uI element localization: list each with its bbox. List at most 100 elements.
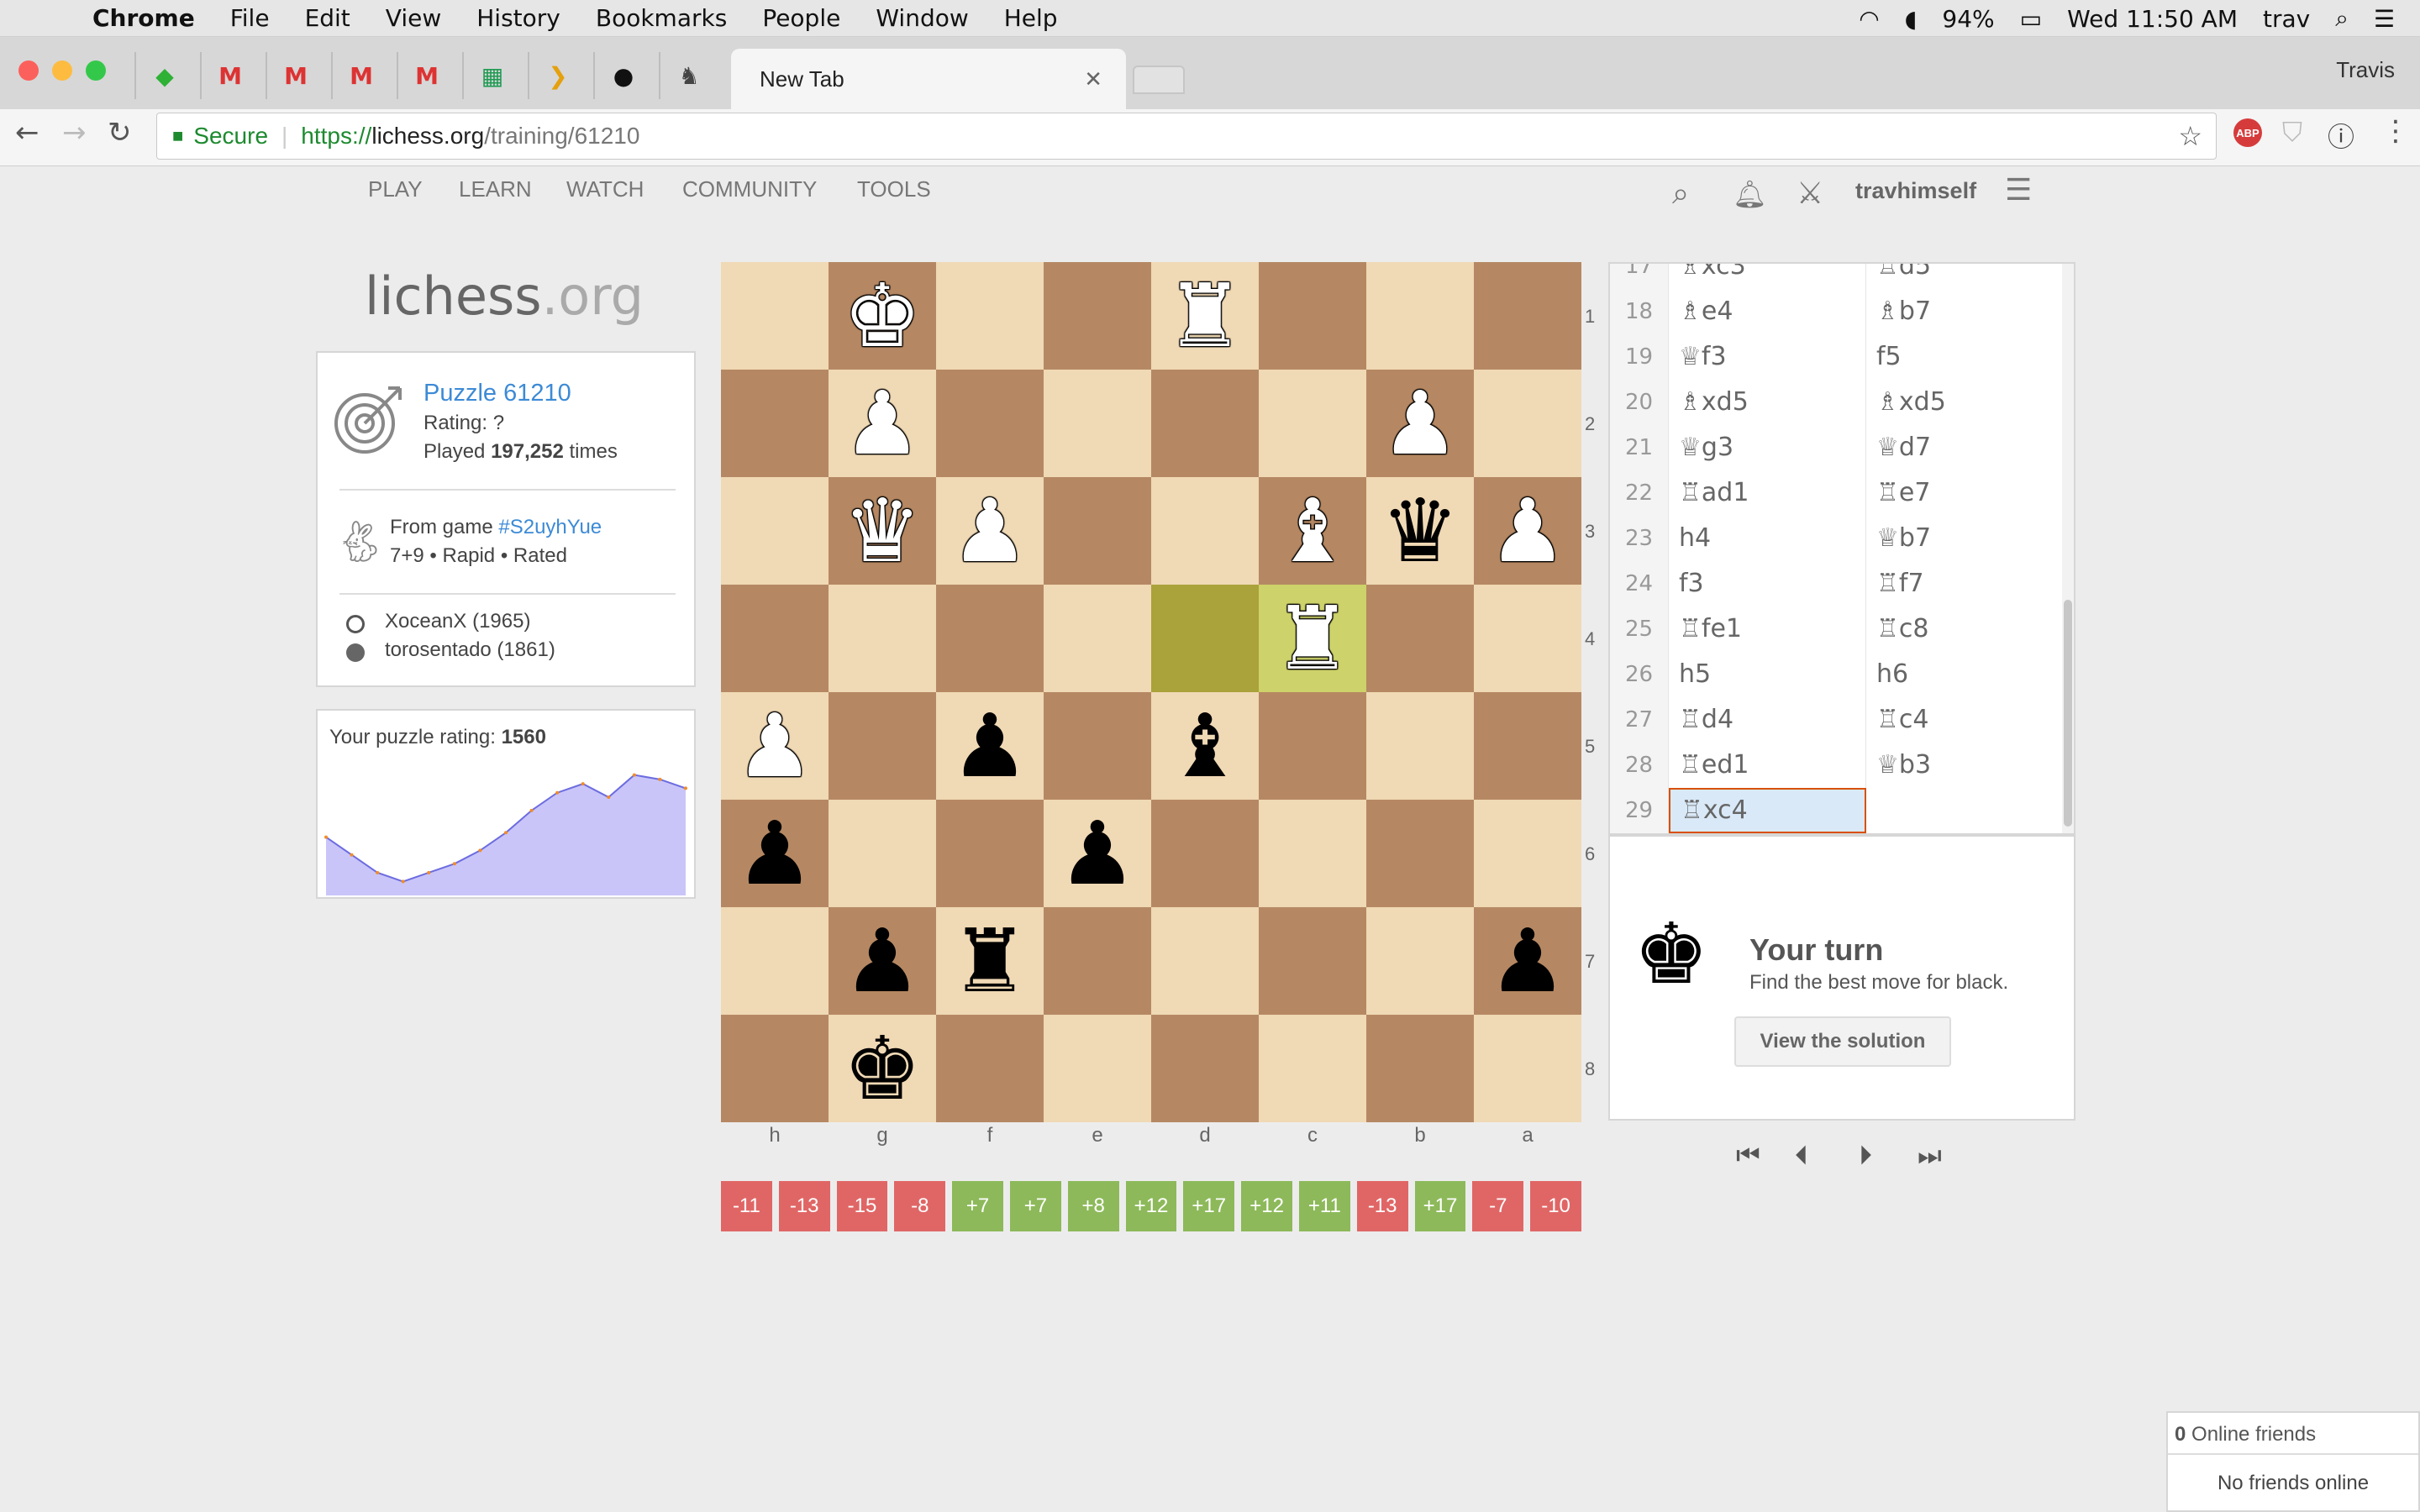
white-bishop-icon[interactable]: ♝ [1273, 487, 1351, 575]
black-move[interactable] [1866, 788, 2064, 833]
board-square-g1[interactable]: ♚ [829, 262, 936, 370]
board-square-g6[interactable] [829, 800, 936, 907]
puzzle-title-link[interactable]: Puzzle 61210 [424, 380, 571, 407]
black-move[interactable]: ♖d5 [1866, 264, 2064, 289]
board-square-b7[interactable] [1366, 907, 1474, 1015]
white-move[interactable]: ♕g3 [1669, 425, 1866, 470]
white-move[interactable]: h4 [1669, 516, 1866, 561]
black-move[interactable]: ♖e7 [1866, 470, 2064, 516]
board-square-b1[interactable] [1366, 262, 1474, 370]
chess-board[interactable]: ♚ ♜ ♟ ♟ ♛ ♟ ♝ ♛ ♟ ♜ ♟ ♟ ♝ ♟ ♟ ♟ ♜ ♟ ♚ [721, 262, 1581, 1122]
rating-point[interactable] [529, 808, 534, 812]
tab-gmail-2[interactable]: M [266, 52, 324, 99]
menu-bookmarks[interactable]: Bookmarks [596, 4, 727, 32]
board-square-d8[interactable] [1151, 1015, 1259, 1122]
online-friends-box[interactable]: 0 Online friends No friends online [2166, 1411, 2420, 1512]
tab-gmail-1[interactable]: M [200, 52, 259, 99]
board-square-f1[interactable] [936, 262, 1044, 370]
board-square-a2[interactable] [1474, 370, 1581, 477]
white-move[interactable]: ♗e4 [1669, 289, 1866, 334]
online-friends-header[interactable]: 0 Online friends [2175, 1423, 2316, 1446]
board-square-c5[interactable] [1259, 692, 1366, 800]
board-square-h4[interactable] [721, 585, 829, 692]
board-square-a3[interactable]: ♟ [1474, 477, 1581, 585]
rating-point[interactable] [350, 853, 354, 857]
board-square-h7[interactable] [721, 907, 829, 1015]
chrome-menu-icon[interactable]: ⋮ [2381, 114, 2410, 148]
menubar-user[interactable]: trav [2263, 5, 2310, 33]
white-pawn-icon[interactable]: ♟ [950, 487, 1028, 575]
board-square-d5[interactable]: ♝ [1151, 692, 1259, 800]
board-square-d7[interactable] [1151, 907, 1259, 1015]
move-list-scroll-thumb[interactable] [2064, 600, 2072, 827]
rating-point[interactable] [452, 862, 456, 866]
board-square-e5[interactable] [1044, 692, 1151, 800]
white-move[interactable]: f3 [1669, 561, 1866, 606]
tab-close-icon[interactable]: ✕ [1084, 66, 1102, 92]
board-square-a4[interactable] [1474, 585, 1581, 692]
board-square-e2[interactable] [1044, 370, 1151, 477]
bookmark-star-icon[interactable]: ☆ [2178, 120, 2202, 152]
rating-point[interactable] [658, 777, 662, 781]
black-move[interactable]: h6 [1866, 652, 2064, 697]
rating-point[interactable] [684, 786, 687, 790]
black-move[interactable]: ♕b3 [1866, 743, 2064, 788]
window-minimize-button[interactable] [52, 60, 72, 81]
board-square-e7[interactable] [1044, 907, 1151, 1015]
battery-percent[interactable]: 94% [1942, 5, 1994, 33]
nav-learn[interactable]: LEARN [459, 176, 532, 202]
black-move[interactable]: ♕b7 [1866, 516, 2064, 561]
black-rook-icon[interactable]: ♜ [950, 917, 1028, 1005]
board-square-c2[interactable] [1259, 370, 1366, 477]
menu-people[interactable]: People [762, 4, 840, 32]
white-move[interactable]: ♖d4 [1669, 697, 1866, 743]
board-square-f8[interactable] [936, 1015, 1044, 1122]
tab-lichess[interactable]: ♞ [659, 52, 718, 99]
eval-badge[interactable]: +7 [1009, 1181, 1061, 1231]
eval-badge[interactable]: -13 [1356, 1181, 1408, 1231]
white-pawn-icon[interactable]: ♟ [843, 380, 921, 467]
wifi-icon[interactable]: ◠ [1859, 5, 1879, 33]
white-move[interactable]: ♖ad1 [1669, 470, 1866, 516]
black-pawn-icon[interactable]: ♟ [950, 702, 1028, 790]
board-square-e6[interactable]: ♟ [1044, 800, 1151, 907]
move-list-scrollbar[interactable] [2062, 264, 2074, 833]
white-move[interactable]: ♖fe1 [1669, 606, 1866, 652]
black-pawn-icon[interactable]: ♟ [735, 810, 813, 897]
tab-sheets[interactable]: ▦ [462, 52, 521, 99]
black-move[interactable]: ♕d7 [1866, 425, 2064, 470]
board-square-f5[interactable]: ♟ [936, 692, 1044, 800]
notification-bell-icon[interactable]: 🔔︎ [1733, 178, 1767, 210]
board-square-g8[interactable]: ♚ [829, 1015, 936, 1122]
tab-gmail-4[interactable]: M [397, 52, 455, 99]
battery-icon[interactable]: ▭ [2020, 5, 2042, 33]
white-move[interactable]: ♗xc3 [1669, 264, 1866, 289]
board-square-a8[interactable] [1474, 1015, 1581, 1122]
board-square-d1[interactable]: ♜ [1151, 262, 1259, 370]
board-square-a6[interactable] [1474, 800, 1581, 907]
first-move-icon[interactable]: ⏮ [1736, 1139, 1760, 1172]
black-pawn-icon[interactable]: ♟ [843, 917, 921, 1005]
hamburger-menu-icon[interactable]: ☰ [2005, 173, 2032, 207]
angular-extension-icon[interactable]: ⛉ [2282, 116, 2302, 149]
black-move[interactable]: ♗b7 [1866, 289, 2064, 334]
black-move[interactable]: f5 [1866, 334, 2064, 380]
board-square-e3[interactable] [1044, 477, 1151, 585]
eval-badge[interactable]: -7 [1472, 1181, 1524, 1231]
nav-tools[interactable]: TOOLS [857, 176, 931, 202]
search-icon[interactable]: ⌕ [1672, 176, 1689, 212]
tab-github[interactable]: ● [593, 52, 652, 99]
board-square-f3[interactable]: ♟ [936, 477, 1044, 585]
board-square-g2[interactable]: ♟ [829, 370, 936, 477]
spotlight-icon[interactable]: ⌕ [2335, 4, 2349, 33]
window-zoom-button[interactable] [86, 60, 106, 81]
board-square-b6[interactable] [1366, 800, 1474, 907]
menu-edit[interactable]: Edit [305, 4, 350, 32]
white-move[interactable]: ♕f3 [1669, 334, 1866, 380]
white-queen-icon[interactable]: ♛ [843, 487, 921, 575]
rating-point[interactable] [504, 831, 508, 835]
board-square-b3[interactable]: ♛ [1366, 477, 1474, 585]
board-square-c4[interactable]: ♜ [1259, 585, 1366, 692]
board-square-h5[interactable]: ♟ [721, 692, 829, 800]
player-black[interactable]: torosentado (1861) [385, 638, 555, 662]
